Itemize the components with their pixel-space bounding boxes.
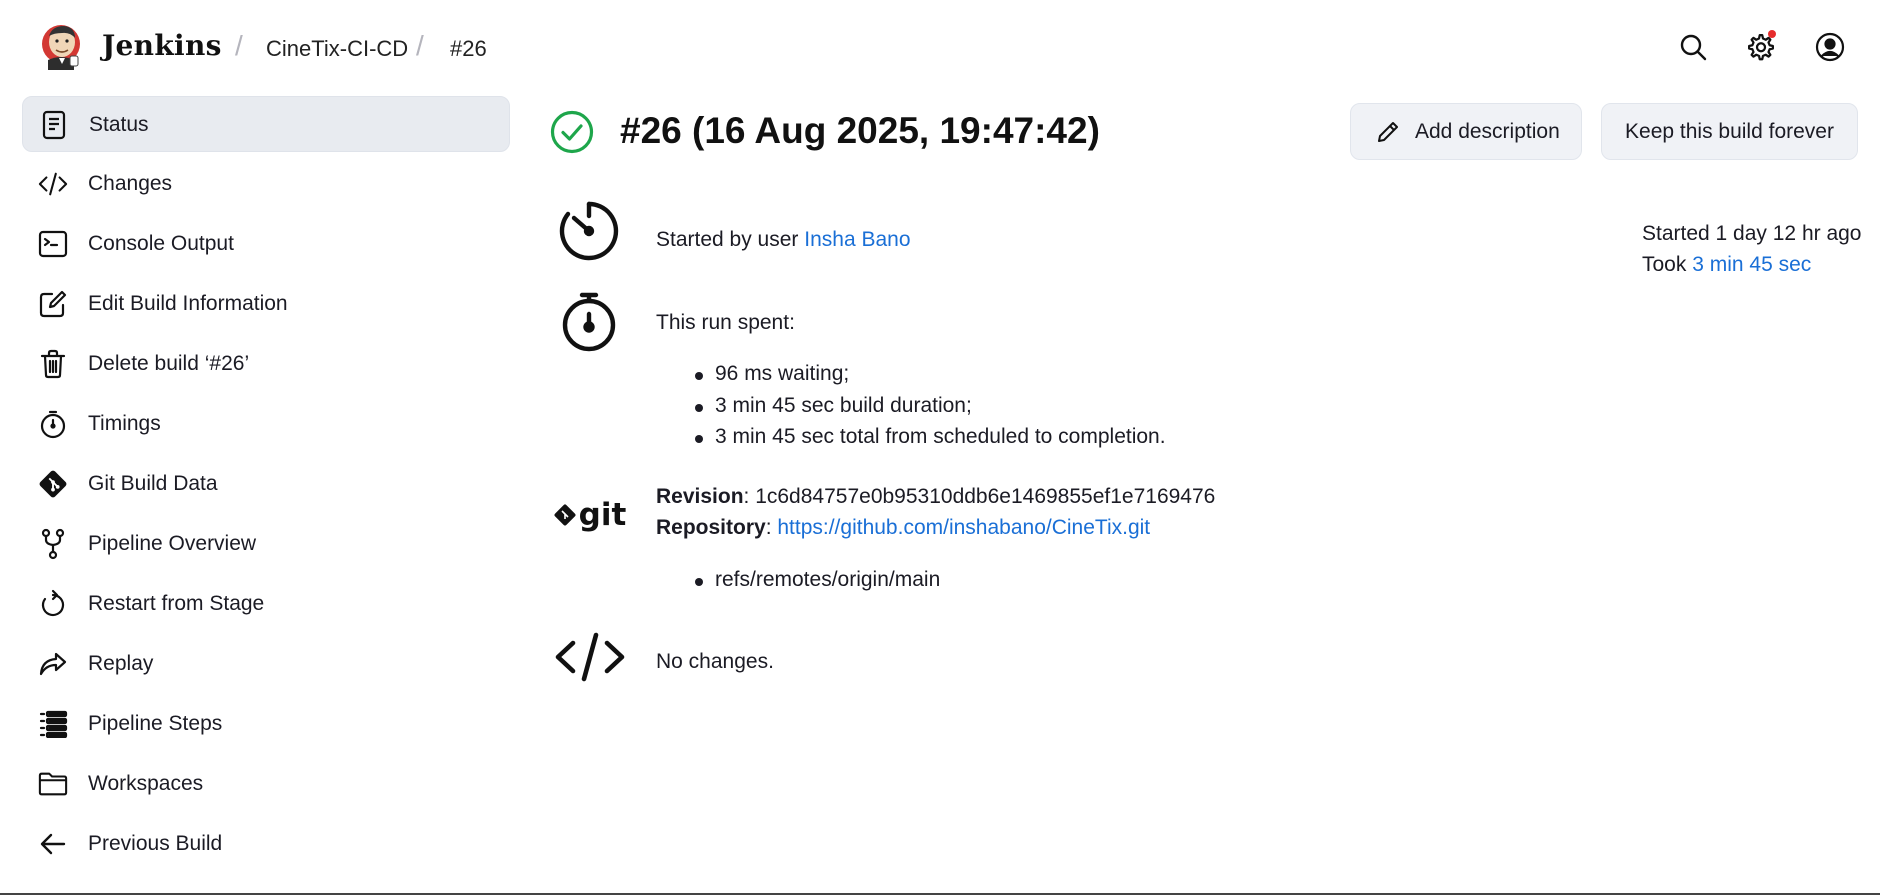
sidebar-item-pipeline-overview[interactable]: Pipeline Overview <box>22 516 510 572</box>
sidebar-item-label: Status <box>89 113 149 136</box>
sidebar-item-label: Git Build Data <box>88 472 218 495</box>
repository-link[interactable]: https://github.com/inshabano/CineTix.git <box>777 516 1150 539</box>
sidebar-item-git-build-data[interactable]: Git Build Data <box>22 456 510 512</box>
folder-icon <box>38 769 68 799</box>
sidebar-item-timings[interactable]: Timings <box>22 396 510 452</box>
add-description-button[interactable]: Add description <box>1350 103 1582 160</box>
code-icon <box>554 631 626 683</box>
notification-dot <box>1768 30 1776 38</box>
sidebar-item-changes[interactable]: Changes <box>22 156 510 212</box>
sidebar-item-previous-build[interactable]: Previous Build <box>22 816 510 872</box>
sidebar-item-console-output[interactable]: Console Output <box>22 216 510 272</box>
run-spent-list: 96 ms waiting; 3 min 45 sec build durati… <box>695 362 1166 457</box>
repository-text: Repository: https://github.com/inshabano… <box>656 516 1151 539</box>
gear-icon[interactable] <box>1744 30 1778 64</box>
user-icon[interactable] <box>1813 30 1847 64</box>
sidebar-item-label: Restart from Stage <box>88 592 265 615</box>
brand-name[interactable]: Jenkins <box>102 29 222 62</box>
keep-build-forever-button[interactable]: Keep this build forever <box>1601 103 1858 160</box>
terminal-icon <box>38 229 68 259</box>
breadcrumb-project[interactable]: CineTix-CI-CD <box>266 36 408 62</box>
list-item: 3 min 45 sec build duration; <box>695 394 1166 426</box>
arrow-left-icon <box>38 829 68 859</box>
sidebar-item-label: Workspaces <box>88 772 204 795</box>
top-header: Jenkins / CineTix-CI-CD / #26 <box>0 0 1880 96</box>
sidebar-item-restart-from-stage[interactable]: Restart from Stage <box>22 576 510 632</box>
page-title: #26 (16 Aug 2025, 19:47:42) <box>620 110 1100 151</box>
trash-icon <box>38 349 68 379</box>
keep-build-forever-label: Keep this build forever <box>1625 119 1834 143</box>
breadcrumb-separator: / <box>416 30 424 61</box>
list-item: 3 min 45 sec total from scheduled to com… <box>695 425 1166 457</box>
stopwatch-icon <box>560 290 618 352</box>
timer-icon <box>558 200 620 262</box>
add-description-label: Add description <box>1415 119 1560 143</box>
document-icon <box>39 110 69 140</box>
list-icon <box>38 709 68 739</box>
breadcrumb-build[interactable]: #26 <box>450 36 487 62</box>
refs-list: refs/remotes/origin/main <box>695 568 940 600</box>
run-spent-label: This run spent: <box>656 311 795 334</box>
sidebar-item-status[interactable]: Status <box>22 96 510 152</box>
sidebar-item-label: Console Output <box>88 232 234 255</box>
sidebar-item-edit-build-information[interactable]: Edit Build Information <box>22 276 510 332</box>
sidebar-item-workspaces[interactable]: Workspaces <box>22 756 510 812</box>
git-icon <box>38 469 68 499</box>
revision-text: Revision: 1c6d84757e0b95310ddb6e1469855e… <box>656 485 1216 508</box>
jenkins-logo[interactable] <box>40 20 82 72</box>
code-icon <box>38 169 68 199</box>
edit-icon <box>38 289 68 319</box>
breadcrumb-separator: / <box>235 30 243 61</box>
sidebar-item-label: Replay <box>88 652 154 675</box>
took-duration-link[interactable]: 3 min 45 sec <box>1692 253 1811 276</box>
search-icon[interactable] <box>1676 30 1710 64</box>
stopwatch-icon <box>38 409 68 439</box>
restart-icon <box>38 589 68 619</box>
sidebar-item-label: Pipeline Steps <box>88 712 223 735</box>
list-item: 96 ms waiting; <box>695 362 1166 394</box>
started-ago-text: Started 1 day 12 hr ago <box>1642 222 1862 245</box>
sidebar-item-label: Edit Build Information <box>88 292 288 315</box>
sidebar-item-delete-build[interactable]: Delete build ‘#26’ <box>22 336 510 392</box>
started-by-user-link[interactable]: Insha Bano <box>804 228 910 251</box>
git-logo-icon: git <box>552 495 628 535</box>
sidebar-item-pipeline-steps[interactable]: Pipeline Steps <box>22 696 510 752</box>
replay-icon <box>38 649 68 679</box>
sidebar-item-label: Pipeline Overview <box>88 532 257 555</box>
sidebar-item-label: Delete build ‘#26’ <box>88 352 250 375</box>
git-logo-text: git <box>578 496 627 533</box>
took-text: Took 3 min 45 sec <box>1642 253 1812 276</box>
sidebar-item-label: Changes <box>88 172 173 195</box>
sidebar-item-label: Previous Build <box>88 832 223 855</box>
sidebar: Status Changes Console Output Edit Build… <box>22 96 510 876</box>
sidebar-item-label: Timings <box>88 412 161 435</box>
branch-icon <box>38 528 68 560</box>
sidebar-item-replay[interactable]: Replay <box>22 636 510 692</box>
list-item: refs/remotes/origin/main <box>695 568 940 600</box>
success-check-icon <box>550 110 594 154</box>
main-content: #26 (16 Aug 2025, 19:47:42) Add descript… <box>550 96 1862 886</box>
no-changes-text: No changes. <box>656 650 774 673</box>
pencil-icon <box>1378 121 1398 142</box>
started-by-text: Started by user Insha Bano <box>656 228 911 251</box>
